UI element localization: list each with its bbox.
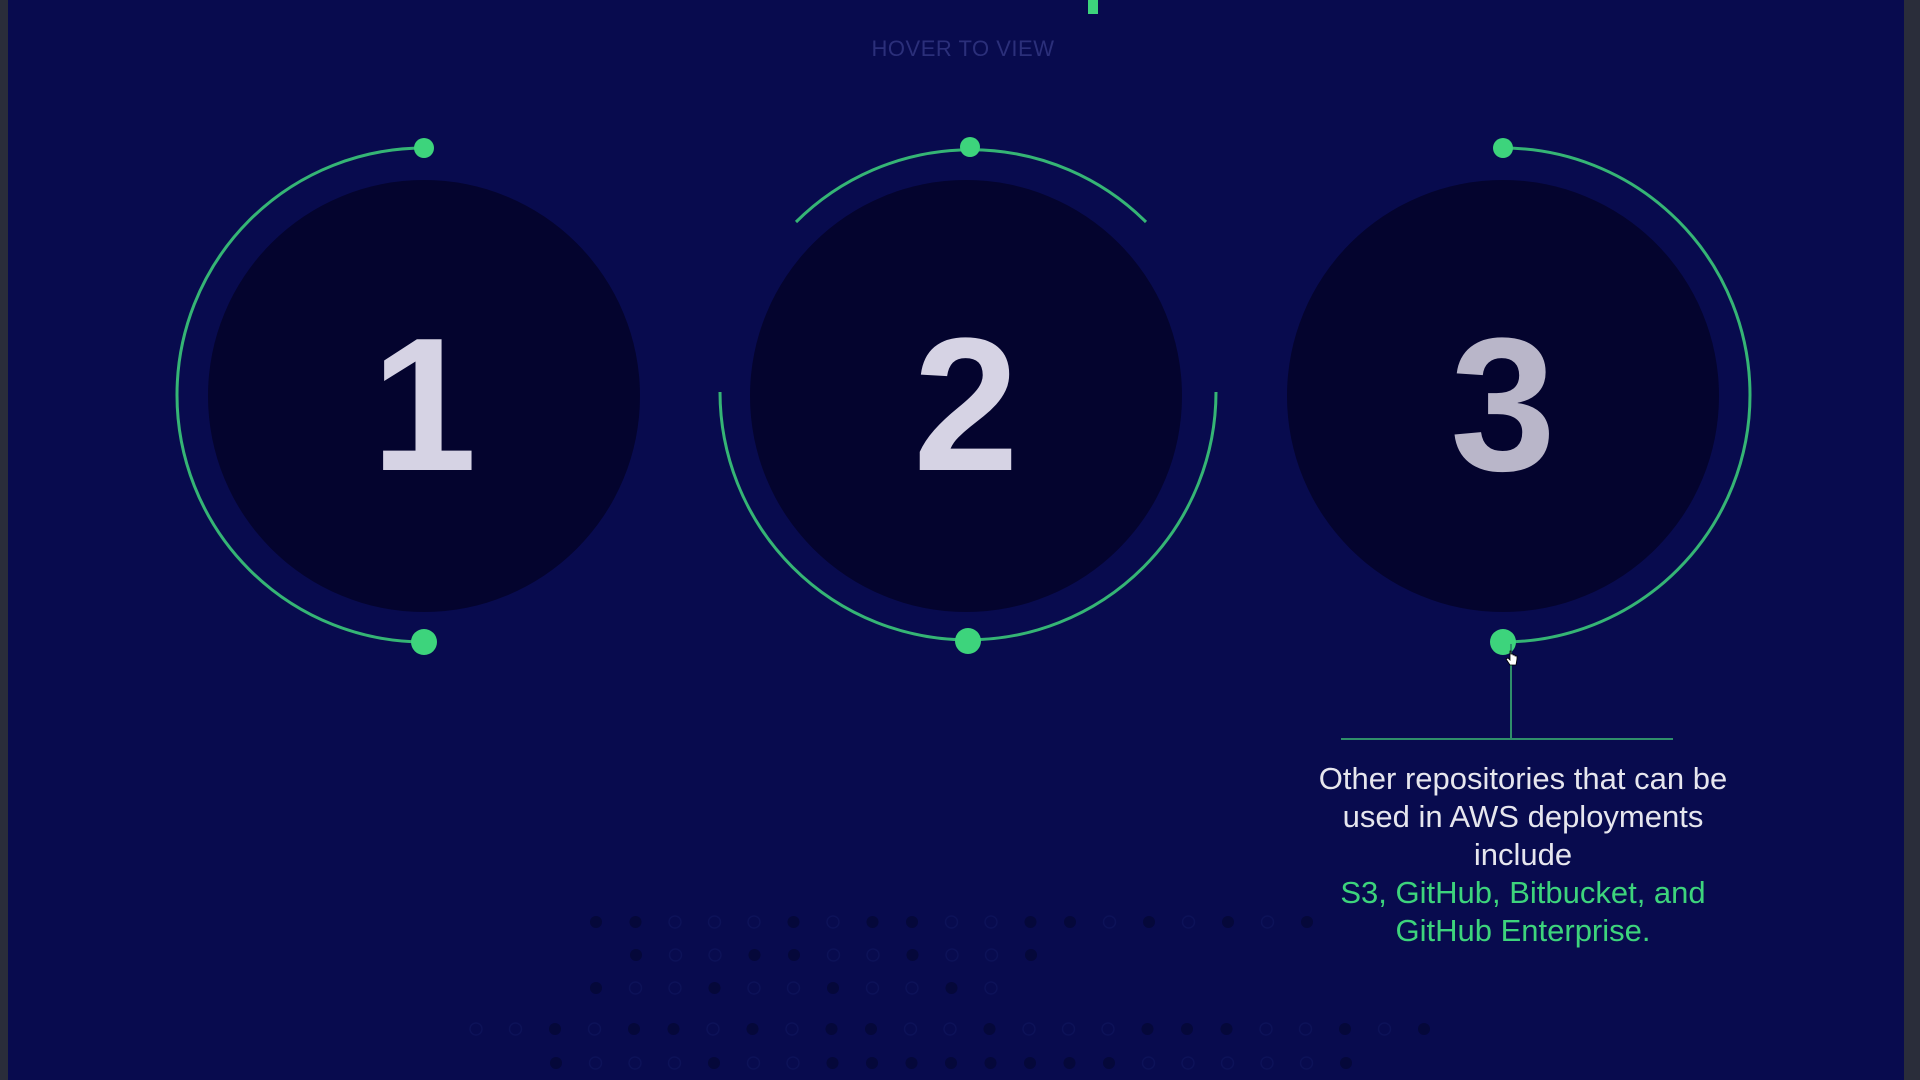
ring-1-bottom-knob[interactable] [411,629,437,655]
ring-3-top-knob[interactable] [1493,138,1513,158]
slide-stage: HOVER TO VIEW 1 2 3 Other repositories t… [8,0,1904,1080]
hand-cursor-icon [1505,650,1518,666]
ring-2-top-knob[interactable] [960,137,980,157]
info-callout: Other repositories that can be used in A… [1318,760,1728,950]
ring-1-top-knob[interactable] [414,138,434,158]
info-highlight: S3, GitHub, Bitbucket, and GitHub Enterp… [1340,875,1706,948]
info-connector-horizontal [1341,738,1673,740]
info-text: Other repositories that can be used in A… [1318,761,1728,872]
ring-2-bottom-knob[interactable] [955,628,981,654]
